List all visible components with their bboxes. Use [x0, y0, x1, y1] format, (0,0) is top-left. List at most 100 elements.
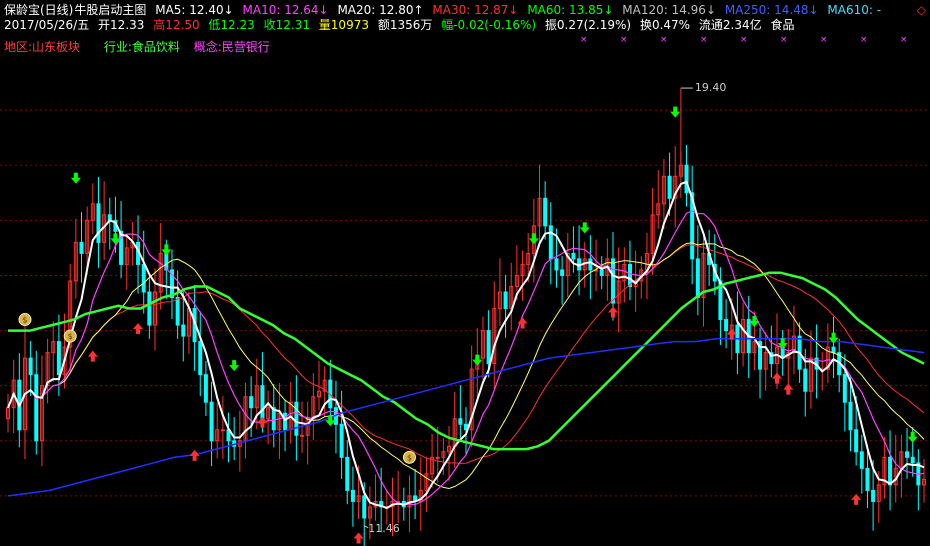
- candle-body: [548, 225, 553, 260]
- volume-value: 量10973: [318, 18, 369, 32]
- turnover-value: 换0.47%: [639, 18, 691, 32]
- buy-arrow-icon: [87, 350, 98, 362]
- candle-body: [209, 401, 214, 442]
- candle-body: [888, 456, 893, 486]
- candle-body: [458, 418, 463, 425]
- amplitude-value: 振0.27(2.19%): [544, 18, 632, 32]
- ma610-value: MA610: -: [827, 3, 882, 17]
- sell-arrow-icon: [161, 244, 172, 256]
- amount-value: 额1356万: [377, 18, 433, 32]
- candle-body: [667, 175, 672, 199]
- candle-body: [96, 203, 101, 243]
- candle-body: [249, 396, 254, 409]
- candle-body: [611, 258, 616, 304]
- cross-marker-icon: ×: [780, 35, 788, 45]
- buy-arrow-icon: [353, 532, 364, 544]
- ma60-value: MA60: 13.85↓: [527, 3, 614, 17]
- cross-marker-icon: ×: [820, 35, 828, 45]
- stock-title[interactable]: 保龄宝(日线): [4, 3, 73, 17]
- high-price: 高12.50: [153, 18, 200, 32]
- candle-body: [543, 197, 548, 227]
- cross-marker-icon: ×: [740, 35, 748, 45]
- ma10-value: MA10: 12.64↓: [242, 3, 329, 17]
- indicator-name[interactable]: 牛股启动主图: [74, 3, 146, 17]
- candle-body: [560, 269, 565, 276]
- buy-arrow-icon: [133, 323, 144, 335]
- cross-marker-icon: ×: [700, 35, 708, 45]
- ma30-value: MA30: 12.87↓: [432, 3, 519, 17]
- buy-arrow-icon: [608, 306, 619, 318]
- candle-body: [910, 456, 915, 464]
- candle-body: [181, 324, 186, 337]
- buy-arrow-icon: [189, 449, 200, 461]
- candle-body: [554, 258, 559, 271]
- money-bag-glyph: $: [22, 316, 27, 325]
- cross-marker-icon: ×: [620, 35, 628, 45]
- candle-body: [503, 291, 508, 310]
- sell-arrow-icon: [229, 360, 240, 372]
- buy-arrow-icon: [851, 493, 862, 505]
- signal-markers: $ $ $ × × × × × × × × ×: [18, 35, 918, 544]
- diamond-icon[interactable]: ◇: [917, 3, 926, 17]
- candle-body: [147, 291, 152, 326]
- candle-body: [571, 252, 576, 260]
- ma120-value: MA120: 14.96↓: [622, 3, 716, 17]
- candlesticks: [6, 144, 926, 546]
- max-price-label: 19.40: [694, 81, 727, 95]
- kline-chart[interactable]: $ $ $ × × × × × × × × ×: [0, 0, 930, 546]
- candle-body: [345, 456, 350, 491]
- candle-body: [599, 269, 604, 276]
- tag-row: 地区:山东板块 行业:食品饮料 概念:民营银行: [4, 40, 275, 54]
- candle-body: [283, 412, 288, 431]
- candle-body: [848, 401, 853, 431]
- open-price: 开12.33: [98, 18, 145, 32]
- cross-marker-icon: ×: [660, 35, 668, 45]
- ma20-value: MA20: 12.80↑: [337, 3, 424, 17]
- candle-body: [854, 429, 859, 453]
- candle-body: [339, 423, 344, 458]
- sell-arrow-icon: [70, 172, 81, 184]
- sell-arrow-icon: [472, 354, 483, 366]
- candle-body: [300, 434, 305, 437]
- quote-header: 2017/05/26/五 开12.33 高12.50 低12.23 收12.31…: [4, 18, 799, 32]
- indicator-header: 保龄宝(日线)牛股启动主图 MA5: 12.40↓ MA10: 12.64↓ M…: [4, 3, 886, 17]
- sell-arrow-icon: [579, 222, 590, 234]
- candle-body: [724, 319, 729, 332]
- candle-body: [141, 263, 146, 293]
- low-price: 低12.23: [208, 18, 255, 32]
- industry-tag[interactable]: 行业:食品饮料: [104, 40, 180, 54]
- candle-body: [865, 467, 870, 491]
- candle-body: [56, 341, 61, 376]
- candle-body: [220, 429, 225, 432]
- candle-body: [79, 241, 84, 254]
- float-cap-value: 流通2.34亿: [698, 18, 762, 32]
- candle-body: [203, 374, 208, 403]
- candle-body: [28, 357, 33, 376]
- candle-body: [871, 489, 876, 502]
- money-bag-glyph: $: [407, 453, 412, 462]
- sell-arrow-icon: [749, 316, 760, 328]
- change-value: 幅-0.02(-0.16%): [441, 18, 537, 32]
- candle-body: [627, 263, 632, 287]
- sell-arrow-icon: [528, 233, 539, 245]
- region-tag[interactable]: 地区:山东板块: [4, 40, 80, 54]
- sell-arrow-icon: [110, 233, 121, 245]
- bar-date: 2017/05/26/五: [4, 18, 90, 32]
- candle-body: [260, 385, 265, 420]
- candle-body: [588, 258, 593, 271]
- price-gridlines: [0, 109, 930, 497]
- cross-marker-icon: ×: [580, 35, 588, 45]
- candle-body: [905, 451, 910, 458]
- sell-arrow-icon: [777, 338, 788, 350]
- concept-tag[interactable]: 概念:民营银行: [194, 40, 270, 54]
- buy-arrow-icon: [257, 416, 268, 428]
- candle-body: [859, 451, 864, 469]
- ma5-line: [7, 180, 925, 510]
- cross-marker-icon: ×: [900, 35, 908, 45]
- candle-body: [842, 374, 847, 403]
- sell-arrow-icon: [670, 106, 681, 118]
- candle-body: [831, 346, 836, 354]
- candle-body: [362, 495, 367, 519]
- candle-body: [198, 341, 203, 376]
- candle-body: [803, 368, 808, 392]
